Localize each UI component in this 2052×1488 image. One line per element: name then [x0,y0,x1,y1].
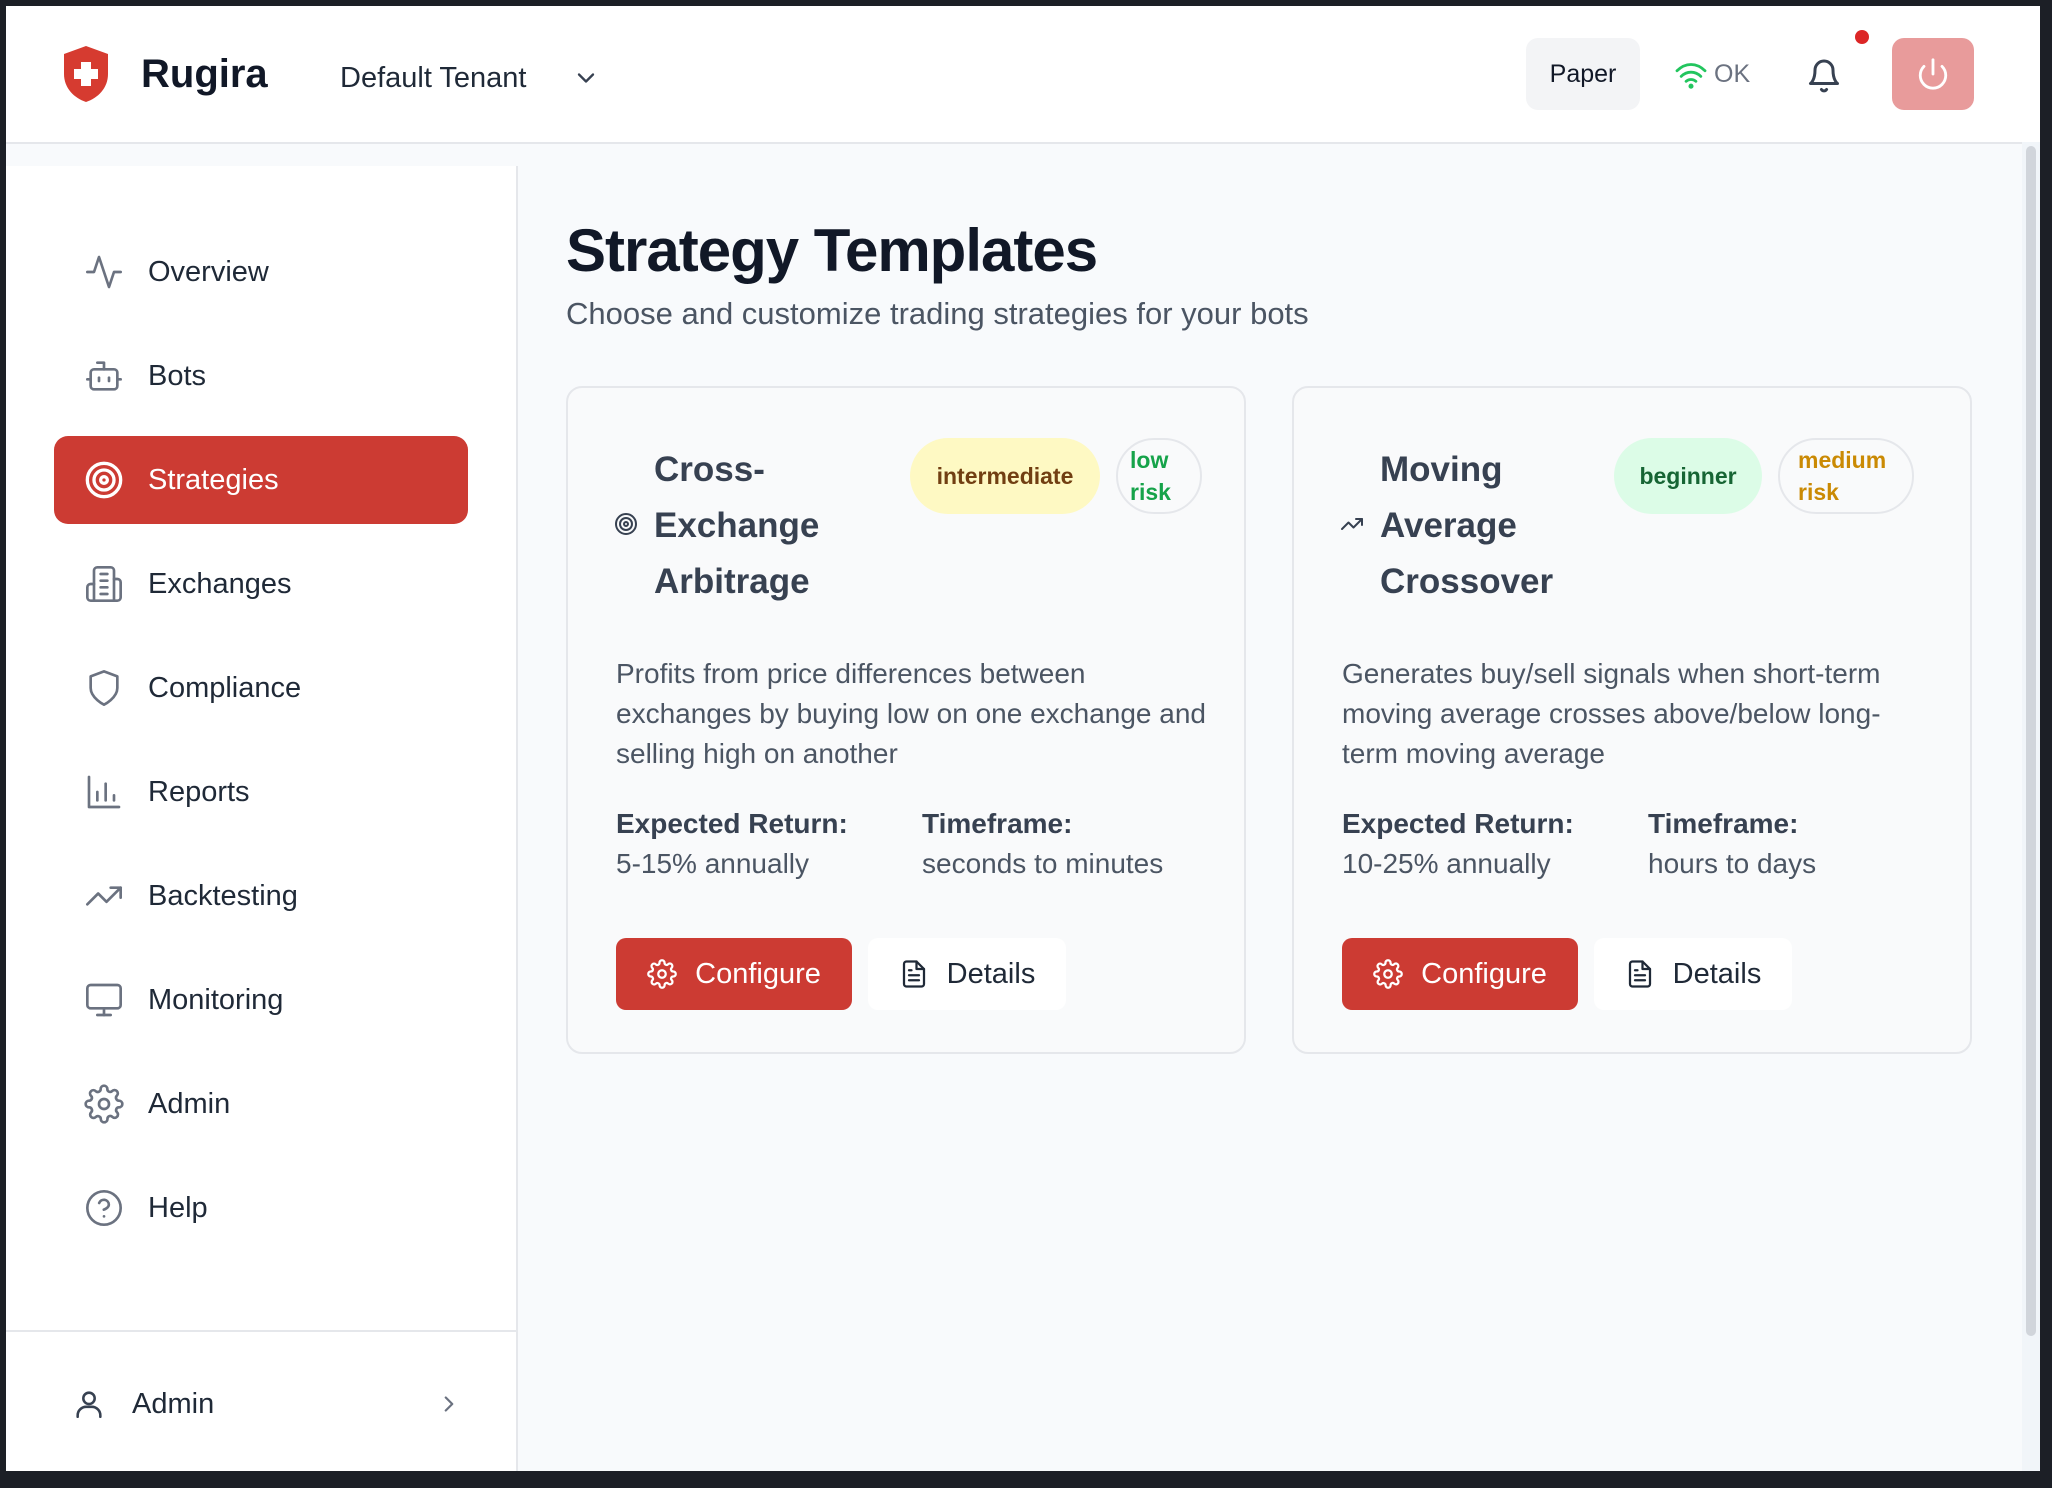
notification-dot [1855,30,1869,44]
sidebar-item-backtesting[interactable]: Backtesting [54,852,468,940]
gear-icon [647,959,677,989]
sidebar-divider [6,1330,516,1332]
trending-up-icon [1341,518,1363,530]
connection-status-text: OK [1714,60,1751,88]
sidebar-item-label: Admin [148,1087,231,1120]
power-button[interactable] [1892,38,1974,110]
help-circle-icon [84,1188,124,1228]
sidebar-item-compliance[interactable]: Compliance [54,644,468,732]
sidebar-item-label: Monitoring [148,983,284,1016]
sidebar-item-label: Backtesting [148,879,298,912]
target-icon [84,460,124,500]
strategy-title: Moving Average Crossover [1380,450,1554,601]
chevron-down-icon[interactable] [572,64,600,92]
target-icon [615,513,637,535]
sidebar-item-strategies[interactable]: Strategies [54,436,468,524]
timeframe-value: hours to days [1648,848,1817,879]
page-subtitle: Choose and customize trading strategies … [566,296,1309,331]
sidebar-item-label: Overview [148,255,269,288]
expected-return-label: Expected Return: [616,808,848,839]
expected-return-value: 5-15% annually [616,848,810,879]
details-button[interactable]: Details [868,938,1066,1010]
sidebar-item-label: Reports [148,775,250,808]
sidebar-item-reports[interactable]: Reports [54,748,468,836]
bell-icon[interactable] [1806,58,1842,94]
sidebar-item-overview[interactable]: Overview [54,228,468,316]
difficulty-badge: intermediate [910,438,1100,514]
details-label: Details [1672,957,1762,990]
activity-icon [84,252,124,292]
sidebar-item-label: Bots [148,359,207,392]
configure-button[interactable]: Configure [616,938,852,1010]
sidebar-item-monitoring[interactable]: Monitoring [54,956,468,1044]
strategy-description: Generates buy/sell signals when short-te… [1342,658,1881,769]
sidebar-item-label: Help [148,1191,208,1224]
expected-return-value: 10-25% annually [1342,848,1551,879]
building-icon [84,564,124,604]
trading-mode-badge[interactable]: Paper [1526,38,1640,110]
page-title: Strategy Templates [566,217,1098,284]
timeframe-label: Timeframe: [1648,808,1799,839]
shield-logo-icon [64,46,108,102]
shield-icon [84,668,124,708]
top-header: Rugira Default Tenant Paper OK [6,6,2040,144]
sidebar-item-help[interactable]: Help [54,1164,468,1252]
gear-icon [84,1084,124,1124]
risk-badge: low risk [1116,438,1202,514]
app-window: Rugira Default Tenant Paper OK Overview … [6,6,2040,1471]
bot-icon [84,356,124,396]
chevron-right-icon [444,1396,454,1412]
monitor-icon [84,980,124,1020]
sidebar-item-exchanges[interactable]: Exchanges [54,540,468,628]
sidebar: Overview Bots Strategies Exchanges Compl… [6,166,518,1471]
user-name: Admin [132,1387,215,1420]
gear-icon [1373,959,1403,989]
user-icon [76,1391,102,1419]
details-label: Details [946,957,1036,990]
sidebar-item-label: Strategies [148,463,279,496]
strategy-card-arbitrage: Cross-Exchange Arbitrage intermediate lo… [566,386,1246,1054]
timeframe-label: Timeframe: [922,808,1073,839]
sidebar-item-label: Exchanges [148,567,292,600]
sidebar-item-admin[interactable]: Admin [54,1060,468,1148]
strategy-card-moving-average: Moving Average Crossover beginner medium… [1292,386,1972,1054]
bar-chart-icon [84,772,124,812]
configure-label: Configure [1421,957,1547,990]
scrollbar-thumb[interactable] [2026,146,2036,1336]
expected-return-label: Expected Return: [1342,808,1574,839]
configure-label: Configure [695,957,821,990]
user-menu[interactable]: Admin [72,1374,462,1434]
document-icon [1628,960,1651,988]
timeframe-value: seconds to minutes [922,848,1164,879]
document-icon [902,960,925,988]
sidebar-item-bots[interactable]: Bots [54,332,468,420]
details-button[interactable]: Details [1594,938,1792,1010]
tenant-selector-label[interactable]: Default Tenant [340,62,527,95]
strategy-description: Profits from price differences between e… [616,658,1206,769]
connection-status: OK [1674,60,1750,89]
trending-up-icon [84,876,124,916]
difficulty-badge: beginner [1614,438,1762,514]
sidebar-item-label: Compliance [148,671,302,704]
configure-button[interactable]: Configure [1342,938,1578,1010]
risk-badge: medium risk [1778,438,1914,514]
power-icon [1918,58,1948,90]
wifi-icon [1675,62,1707,89]
strategy-title: Cross-Exchange Arbitrage [654,450,820,601]
brand-name: Rugira [141,52,268,96]
